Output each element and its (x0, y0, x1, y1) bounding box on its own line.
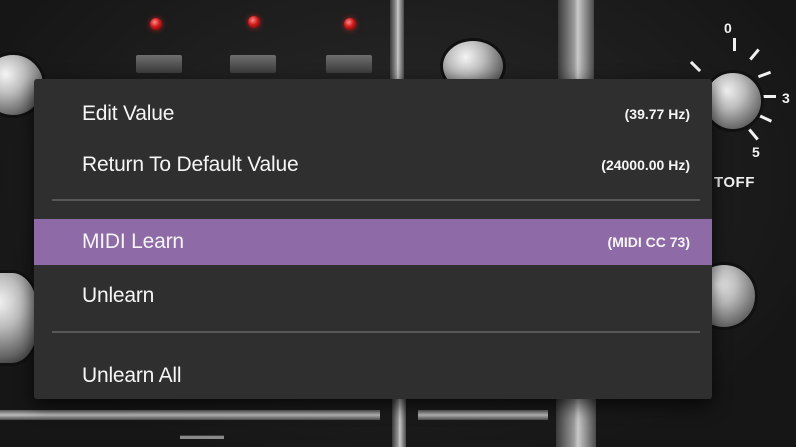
led-indicator (150, 18, 162, 30)
switch-slot (326, 55, 372, 73)
slider-rail (556, 399, 596, 447)
dial-tick (689, 60, 702, 73)
led-indicator (344, 18, 356, 30)
synth-plugin-window: ▬▬▬▬ 0 3 5 TOFF Edit Value (39.77 Hz) Re… (0, 0, 796, 447)
slider-rail (558, 0, 594, 80)
dial-tick (749, 48, 760, 61)
menu-item-label: Return To Default Value (82, 153, 299, 176)
dial-scale-5: 5 (752, 144, 760, 160)
panel-rail (0, 410, 380, 420)
dial-tick (748, 128, 759, 141)
menu-item-label: Unlearn All (82, 364, 182, 387)
menu-separator (52, 199, 700, 201)
menu-item-unlearn-all[interactable]: Unlearn All (34, 353, 712, 399)
menu-item-value: (24000.00 Hz) (601, 157, 690, 173)
menu-item-value: (MIDI CC 73) (607, 234, 690, 250)
led-indicator (248, 16, 260, 28)
dial-tick (758, 114, 773, 123)
menu-separator (52, 331, 700, 333)
switch-slot (136, 55, 182, 73)
menu-item-value: (39.77 Hz) (624, 106, 690, 122)
toff-dial[interactable]: 0 3 5 TOFF (689, 20, 796, 196)
panel-rail (418, 410, 548, 420)
dial-scale-3: 3 (782, 90, 790, 106)
panel-divider (390, 0, 404, 80)
panel-divider (392, 399, 406, 447)
menu-item-edit-value[interactable]: Edit Value (39.77 Hz) (34, 91, 712, 137)
menu-item-label: Edit Value (82, 102, 175, 125)
dial-tick (757, 70, 772, 79)
menu-item-return-to-default[interactable]: Return To Default Value (24000.00 Hz) (34, 142, 712, 188)
dial-label: TOFF (714, 174, 755, 191)
panel-label-faint: ▬▬▬▬ (180, 430, 224, 442)
switch-slot (230, 55, 276, 73)
menu-item-label: Unlearn (82, 284, 155, 307)
context-menu: Edit Value (39.77 Hz) Return To Default … (34, 79, 712, 399)
dial-tick (733, 38, 736, 51)
menu-item-midi-learn[interactable]: MIDI Learn (MIDI CC 73) (34, 219, 712, 265)
menu-item-unlearn[interactable]: Unlearn (34, 273, 712, 319)
dial-scale-0: 0 (724, 20, 732, 36)
menu-item-label: MIDI Learn (82, 230, 184, 253)
dial-tick (763, 95, 776, 98)
